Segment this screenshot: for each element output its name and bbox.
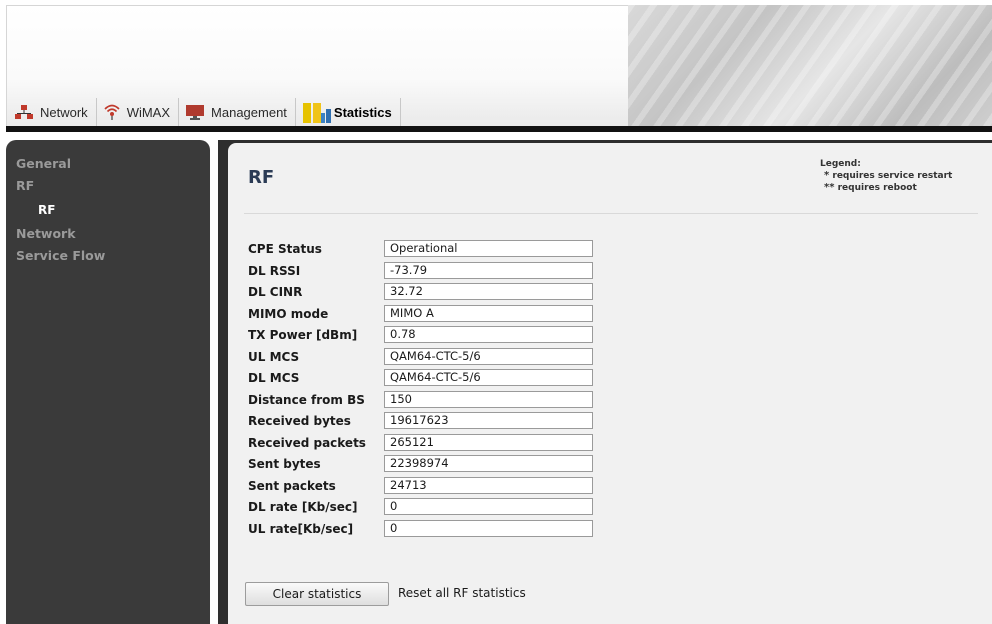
nav-wimax-label: WiMAX [126, 104, 171, 120]
stat-label: DL CINR [248, 285, 303, 299]
stat-label: Received packets [248, 435, 366, 450]
stat-value-field: QAM64-CTC-5/6 [384, 369, 593, 386]
nav-network[interactable]: Network [8, 98, 97, 126]
legend-restart-text: requires service restart [832, 171, 953, 181]
sidebar: General RF RF Network Service Flow [6, 140, 210, 624]
legend-reboot-mark: ** [824, 182, 835, 193]
stat-label: Distance from BS [248, 392, 365, 407]
stat-value-field: 0.78 [384, 326, 593, 343]
nav-statistics-label: Statistics [333, 104, 392, 120]
wimax-icon [103, 103, 121, 121]
stat-label: CPE Status [248, 242, 322, 256]
stat-label: DL MCS [248, 371, 300, 385]
header-graphic [628, 5, 992, 126]
stat-label: MIMO mode [248, 306, 329, 321]
stat-label: TX Power [dBm] [248, 328, 358, 342]
sidebar-subitem-rf[interactable]: RF [38, 203, 55, 217]
nav-statistics[interactable]: Statistics [296, 98, 401, 126]
sidebar-item-rf[interactable]: RF [16, 178, 34, 193]
nav-management[interactable]: Management [179, 98, 296, 126]
network-icon [14, 104, 34, 120]
stat-value-field: 24713 [384, 476, 593, 494]
legend-reboot-text: requires reboot [837, 183, 917, 193]
management-icon [185, 104, 205, 121]
header: Network WiMAX Management Statistics [0, 0, 992, 132]
stat-value-field: 0 [384, 498, 593, 515]
stat-label: Received bytes [248, 414, 351, 428]
stat-value-field: 22398974 [384, 455, 593, 472]
stat-value-field: MIMO A [384, 304, 593, 322]
legend: Legend: * requires service restart ** re… [820, 159, 952, 194]
stat-label: UL MCS [248, 349, 300, 364]
stat-value-field: Operational [384, 240, 593, 257]
sidebar-item-network[interactable]: Network [16, 226, 76, 241]
nav-wimax[interactable]: WiMAX [97, 98, 180, 126]
stat-value-field: -73.79 [384, 261, 593, 279]
nav-management-label: Management [211, 104, 287, 120]
stat-value-field: QAM64-CTC-5/6 [384, 347, 593, 365]
stat-value-field: 150 [384, 390, 593, 408]
stat-label: UL rate[Kb/sec] [248, 521, 354, 536]
stat-value-field: 19617623 [384, 412, 593, 429]
top-nav: Network WiMAX Management Statistics [8, 97, 401, 127]
legend-restart: * requires service restart [820, 170, 952, 182]
content-panel: RF Legend: * requires service restart **… [228, 143, 992, 624]
legend-title: Legend: [820, 159, 861, 169]
divider [244, 213, 978, 214]
stat-label: Sent packets [248, 478, 336, 493]
sidebar-item-service-flow[interactable]: Service Flow [16, 248, 105, 263]
stat-label: DL RSSI [248, 263, 301, 278]
clear-statistics-button[interactable]: Clear statistics [245, 582, 389, 606]
stat-label: Sent bytes [248, 457, 321, 471]
page-title: RF [248, 167, 275, 188]
clear-statistics-description: Reset all RF statistics [398, 586, 526, 600]
legend-reboot: ** requires reboot [820, 182, 952, 194]
stat-value-field: 0 [384, 519, 593, 537]
stat-value-field: 32.72 [384, 283, 593, 300]
stat-value-field: 265121 [384, 433, 593, 451]
stat-label: DL rate [Kb/sec] [248, 500, 358, 514]
statistics-icon [302, 101, 332, 123]
sidebar-item-general[interactable]: General [16, 156, 71, 171]
legend-restart-mark: * [824, 170, 830, 181]
nav-network-label: Network [40, 104, 88, 120]
